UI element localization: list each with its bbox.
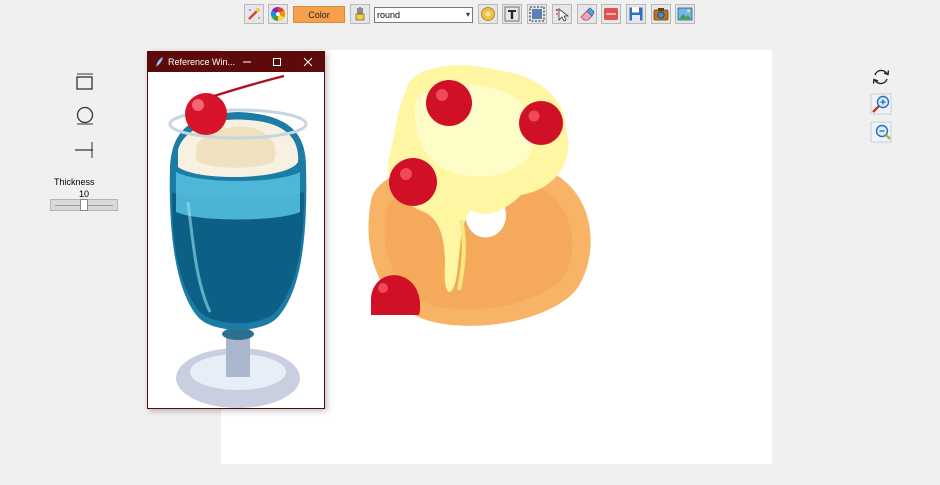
stamp-icon [481, 7, 495, 21]
magic-pen-icon [248, 8, 260, 20]
feather-icon [156, 57, 163, 67]
thickness-slider[interactable] [50, 199, 118, 211]
cursor-button[interactable] [552, 4, 572, 24]
text-icon [504, 6, 520, 22]
line-tool-button[interactable] [73, 139, 95, 161]
text-button[interactable] [502, 4, 522, 24]
select-region-button[interactable] [527, 4, 547, 24]
brush-fill-icon [355, 7, 365, 21]
thickness-label: Thickness [54, 177, 95, 187]
brush-type-select[interactable]: round ▾ [374, 7, 473, 23]
camera-icon [653, 8, 669, 21]
minimize-button[interactable] [232, 52, 262, 72]
clear-button[interactable] [601, 4, 621, 24]
save-button[interactable] [626, 4, 646, 24]
maximize-icon [273, 58, 281, 66]
cream-soda-float-image [168, 74, 308, 408]
zoom-in-button[interactable] [870, 93, 892, 115]
maximize-button[interactable] [262, 52, 292, 72]
close-icon [303, 57, 313, 67]
image-button[interactable] [675, 4, 695, 24]
rectangle-tool-button[interactable] [73, 71, 95, 93]
zoom-out-button[interactable] [870, 121, 892, 143]
color-wheel-icon [270, 6, 286, 22]
camera-button[interactable] [651, 4, 671, 24]
circle-tool-icon [76, 106, 94, 125]
zoom-out-icon [870, 121, 892, 143]
refresh-icon [872, 69, 890, 85]
magic-pen-button[interactable] [244, 4, 264, 24]
reference-window-title: Reference Win... [168, 57, 236, 67]
eraser-button[interactable] [577, 4, 597, 24]
image-icon [677, 7, 693, 21]
circle-tool-button[interactable] [73, 104, 95, 126]
zoom-in-icon [870, 93, 892, 115]
color-button[interactable]: Color [293, 6, 345, 23]
slider-thumb[interactable] [80, 199, 88, 211]
line-tool-icon [75, 142, 93, 158]
save-icon [629, 7, 643, 21]
brush-type-value: round [377, 10, 401, 20]
chevron-down-icon: ▾ [465, 10, 470, 19]
brush-fill-button[interactable] [350, 4, 370, 24]
cursor-icon [555, 8, 570, 22]
refresh-button[interactable] [870, 66, 892, 88]
eraser-icon [580, 7, 595, 21]
stamp-button[interactable] [478, 4, 498, 24]
select-region-icon [529, 6, 545, 22]
toolbar: Color round ▾ [0, 4, 940, 26]
thickness-value: 10 [79, 189, 90, 199]
reference-window-titlebar[interactable]: Reference Win... [148, 52, 324, 72]
clear-icon [604, 8, 618, 20]
close-button[interactable] [293, 52, 323, 72]
minimize-icon [243, 61, 251, 63]
reference-image [148, 72, 324, 408]
reference-window[interactable]: Reference Win... [147, 51, 325, 409]
color-wheel-button[interactable] [268, 4, 288, 24]
rectangle-tool-icon [76, 73, 93, 90]
